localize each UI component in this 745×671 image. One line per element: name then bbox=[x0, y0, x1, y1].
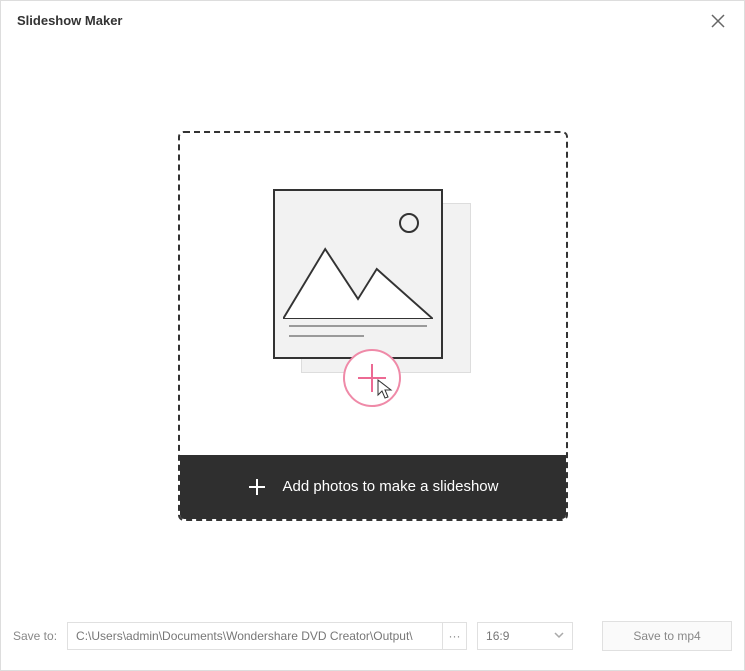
footer-bar: Save to: C:\Users\admin\Documents\Wonder… bbox=[1, 610, 744, 670]
save-button-label: Save to mp4 bbox=[633, 629, 700, 643]
add-photos-label: Add photos to make a slideshow bbox=[283, 478, 499, 495]
aspect-ratio-value: 16:9 bbox=[486, 629, 509, 643]
chevron-down-icon bbox=[554, 629, 564, 643]
plus-icon bbox=[247, 477, 267, 497]
browse-button[interactable]: ··· bbox=[442, 623, 466, 649]
save-to-label: Save to: bbox=[13, 629, 57, 643]
close-icon[interactable] bbox=[708, 11, 728, 31]
save-to-mp4-button[interactable]: Save to mp4 bbox=[602, 621, 732, 651]
main-area: Add photos to make a slideshow bbox=[1, 41, 744, 610]
cursor-icon bbox=[377, 379, 395, 401]
photo-frame-front-icon bbox=[273, 189, 443, 359]
sun-icon bbox=[399, 213, 419, 233]
photo-dropzone[interactable]: Add photos to make a slideshow bbox=[178, 131, 568, 521]
add-photos-bar[interactable]: Add photos to make a slideshow bbox=[180, 455, 566, 519]
photo-placeholder-illustration bbox=[273, 189, 473, 399]
output-path-field[interactable]: C:\Users\admin\Documents\Wondershare DVD… bbox=[67, 622, 467, 650]
photo-landscape-icon bbox=[283, 199, 433, 319]
slideshow-maker-window: Slideshow Maker bbox=[0, 0, 745, 671]
caption-lines-icon bbox=[289, 325, 427, 337]
aspect-ratio-select[interactable]: 16:9 bbox=[477, 622, 573, 650]
window-title: Slideshow Maker bbox=[17, 13, 122, 28]
output-path-value: C:\Users\admin\Documents\Wondershare DVD… bbox=[68, 629, 442, 643]
titlebar: Slideshow Maker bbox=[1, 1, 744, 41]
dropzone-illustration-area bbox=[180, 133, 566, 455]
